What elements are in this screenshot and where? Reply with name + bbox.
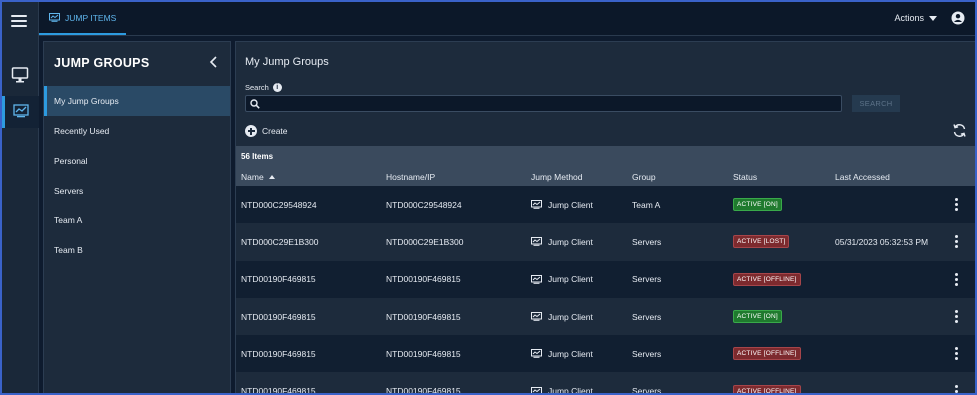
status-badge: ACTIVE [OFFLINE] bbox=[733, 347, 801, 361]
group-item-team-a[interactable]: Team A bbox=[44, 205, 230, 235]
jump-client-icon bbox=[531, 386, 542, 393]
panel-title: JUMP GROUPS bbox=[54, 56, 150, 70]
group-item-my-jump-groups[interactable]: My Jump Groups bbox=[44, 86, 230, 116]
search-button[interactable]: SEARCH bbox=[852, 95, 900, 112]
left-rail bbox=[2, 2, 39, 393]
group-item-recently-used[interactable]: Recently Used bbox=[44, 116, 230, 146]
cell-hostname: NTD00190F469815 bbox=[386, 348, 461, 359]
cell-name: NTD00190F469815 bbox=[241, 348, 316, 359]
status-badge: ACTIVE [OFFLINE] bbox=[733, 384, 801, 393]
column-header-hostname[interactable]: Hostname/IP bbox=[386, 172, 435, 182]
column-header-jump-method[interactable]: Jump Method bbox=[531, 172, 583, 182]
cell-status: ACTIVE [ON] bbox=[733, 298, 782, 335]
create-button[interactable]: Create bbox=[245, 125, 288, 137]
jump-client-icon bbox=[531, 349, 542, 359]
jump-client-icon bbox=[531, 312, 542, 321]
caret-down-icon bbox=[929, 15, 937, 21]
top-bar: JUMP ITEMS Actions bbox=[39, 2, 975, 36]
cell-name: NTD000C29E1B300 bbox=[241, 236, 319, 247]
search-label: Search i bbox=[245, 83, 282, 92]
jump-client-icon bbox=[531, 274, 542, 284]
cell-group: Team A bbox=[632, 199, 661, 210]
jump-client-icon bbox=[531, 237, 542, 247]
tab-jump-items[interactable]: JUMP ITEMS bbox=[39, 2, 127, 35]
cell-hostname: NTD00190F469815 bbox=[386, 311, 461, 322]
jump-client-icon bbox=[531, 200, 542, 209]
cell-jump-method: Jump Client bbox=[531, 335, 593, 372]
status-badge: ACTIVE [OFFLINE] bbox=[733, 272, 801, 286]
refresh-icon[interactable] bbox=[952, 123, 967, 138]
more-options-icon[interactable] bbox=[953, 198, 959, 212]
cell-jump-method: Jump Client bbox=[531, 223, 593, 260]
more-options-icon[interactable] bbox=[953, 272, 959, 287]
cell-name: NTD000C29548924 bbox=[241, 199, 317, 210]
cell-jump-method: Jump Client bbox=[531, 373, 593, 393]
actions-label: Actions bbox=[894, 13, 924, 23]
more-options-icon[interactable] bbox=[953, 235, 959, 249]
actions-menu[interactable]: Actions bbox=[894, 13, 937, 23]
monitor-icon[interactable] bbox=[11, 66, 29, 84]
table-row[interactable]: NTD00190F469815 NTD00190F469815 Jump Cli… bbox=[236, 335, 975, 373]
cell-group: Servers bbox=[632, 311, 662, 322]
table-row[interactable]: NTD000C29548924 NTD000C29548924 Jump Cli… bbox=[236, 186, 975, 224]
search-field bbox=[245, 95, 842, 112]
group-item-servers[interactable]: Servers bbox=[44, 176, 230, 206]
table-row[interactable]: NTD00190F469815 NTD00190F469815 Jump Cli… bbox=[236, 297, 975, 336]
column-header-name[interactable]: Name bbox=[241, 172, 275, 182]
cell-hostname: NTD000C29E1B300 bbox=[386, 236, 464, 247]
search-icon bbox=[250, 99, 260, 109]
info-icon[interactable]: i bbox=[272, 83, 282, 92]
table-row[interactable]: NTD00190F469815 NTD00190F469815 Jump Cli… bbox=[236, 260, 975, 298]
cell-last-accessed: 05/31/2023 05:32:53 PM bbox=[835, 236, 929, 247]
table-row[interactable]: NTD000C29E1B300 NTD000C29E1B300 Jump Cli… bbox=[236, 223, 975, 261]
cell-hostname: NTD00190F469815 bbox=[386, 274, 461, 285]
cell-hostname: NTD000C29548924 bbox=[386, 199, 462, 210]
column-header-last-accessed[interactable]: Last Accessed bbox=[835, 172, 890, 182]
status-badge: ACTIVE [ON] bbox=[733, 198, 782, 212]
status-badge: ACTIVE [ON] bbox=[733, 310, 782, 324]
jump-groups-panel: JUMP GROUPS My Jump Groups Recently Used… bbox=[43, 41, 231, 393]
menu-icon[interactable] bbox=[11, 15, 27, 29]
plus-circle-icon bbox=[245, 125, 257, 137]
more-options-icon[interactable] bbox=[953, 347, 959, 361]
cell-status: ACTIVE [OFFLINE] bbox=[733, 335, 801, 372]
cell-status: ACTIVE [OFFLINE] bbox=[733, 373, 801, 393]
app-window: JUMP ITEMS Actions JUMP GROUPS My Jump G… bbox=[0, 0, 977, 395]
cell-group: Servers bbox=[632, 386, 662, 395]
column-header-status[interactable]: Status bbox=[733, 172, 757, 182]
jump-items-icon bbox=[49, 13, 60, 22]
user-icon[interactable] bbox=[951, 11, 965, 25]
cell-status: ACTIVE [OFFLINE] bbox=[733, 261, 801, 298]
column-header-group[interactable]: Group bbox=[632, 172, 656, 182]
group-item-team-b[interactable]: Team B bbox=[44, 235, 230, 265]
jump-items-main: My Jump Groups Search i SEARCH Create 56… bbox=[235, 41, 975, 395]
search-input[interactable] bbox=[264, 97, 834, 110]
item-count: 56 Items bbox=[241, 152, 274, 161]
sort-ascending-icon bbox=[268, 175, 275, 179]
jump-items-nav[interactable] bbox=[2, 96, 39, 128]
group-item-personal[interactable]: Personal bbox=[44, 146, 230, 176]
cell-name: NTD00190F469815 bbox=[241, 274, 316, 285]
cell-name: NTD00190F469815 bbox=[241, 311, 316, 322]
cell-hostname: NTD00190F469815 bbox=[386, 386, 461, 395]
tab-label: JUMP ITEMS bbox=[65, 12, 117, 23]
cell-jump-method: Jump Client bbox=[531, 261, 593, 298]
cell-jump-method: Jump Client bbox=[531, 298, 593, 335]
cell-status: ACTIVE [LOST] bbox=[733, 223, 790, 260]
collapse-chevron-icon[interactable] bbox=[208, 55, 220, 69]
cell-status: ACTIVE [ON] bbox=[733, 186, 782, 223]
cell-group: Servers bbox=[632, 274, 662, 285]
cell-name: NTD00190F469815 bbox=[241, 386, 316, 395]
more-options-icon[interactable] bbox=[953, 309, 959, 324]
table-row[interactable]: NTD00190F469815 NTD00190F469815 Jump Cli… bbox=[236, 372, 975, 395]
more-options-icon[interactable] bbox=[953, 384, 959, 394]
status-badge: ACTIVE [LOST] bbox=[733, 235, 790, 249]
cell-jump-method: Jump Client bbox=[531, 186, 593, 223]
cell-group: Servers bbox=[632, 236, 662, 247]
jump-items-icon bbox=[13, 104, 29, 118]
page-title: My Jump Groups bbox=[245, 56, 329, 68]
cell-group: Servers bbox=[632, 348, 662, 359]
table-header: 56 Items Name Hostname/IP Jump Method Gr… bbox=[236, 146, 975, 186]
